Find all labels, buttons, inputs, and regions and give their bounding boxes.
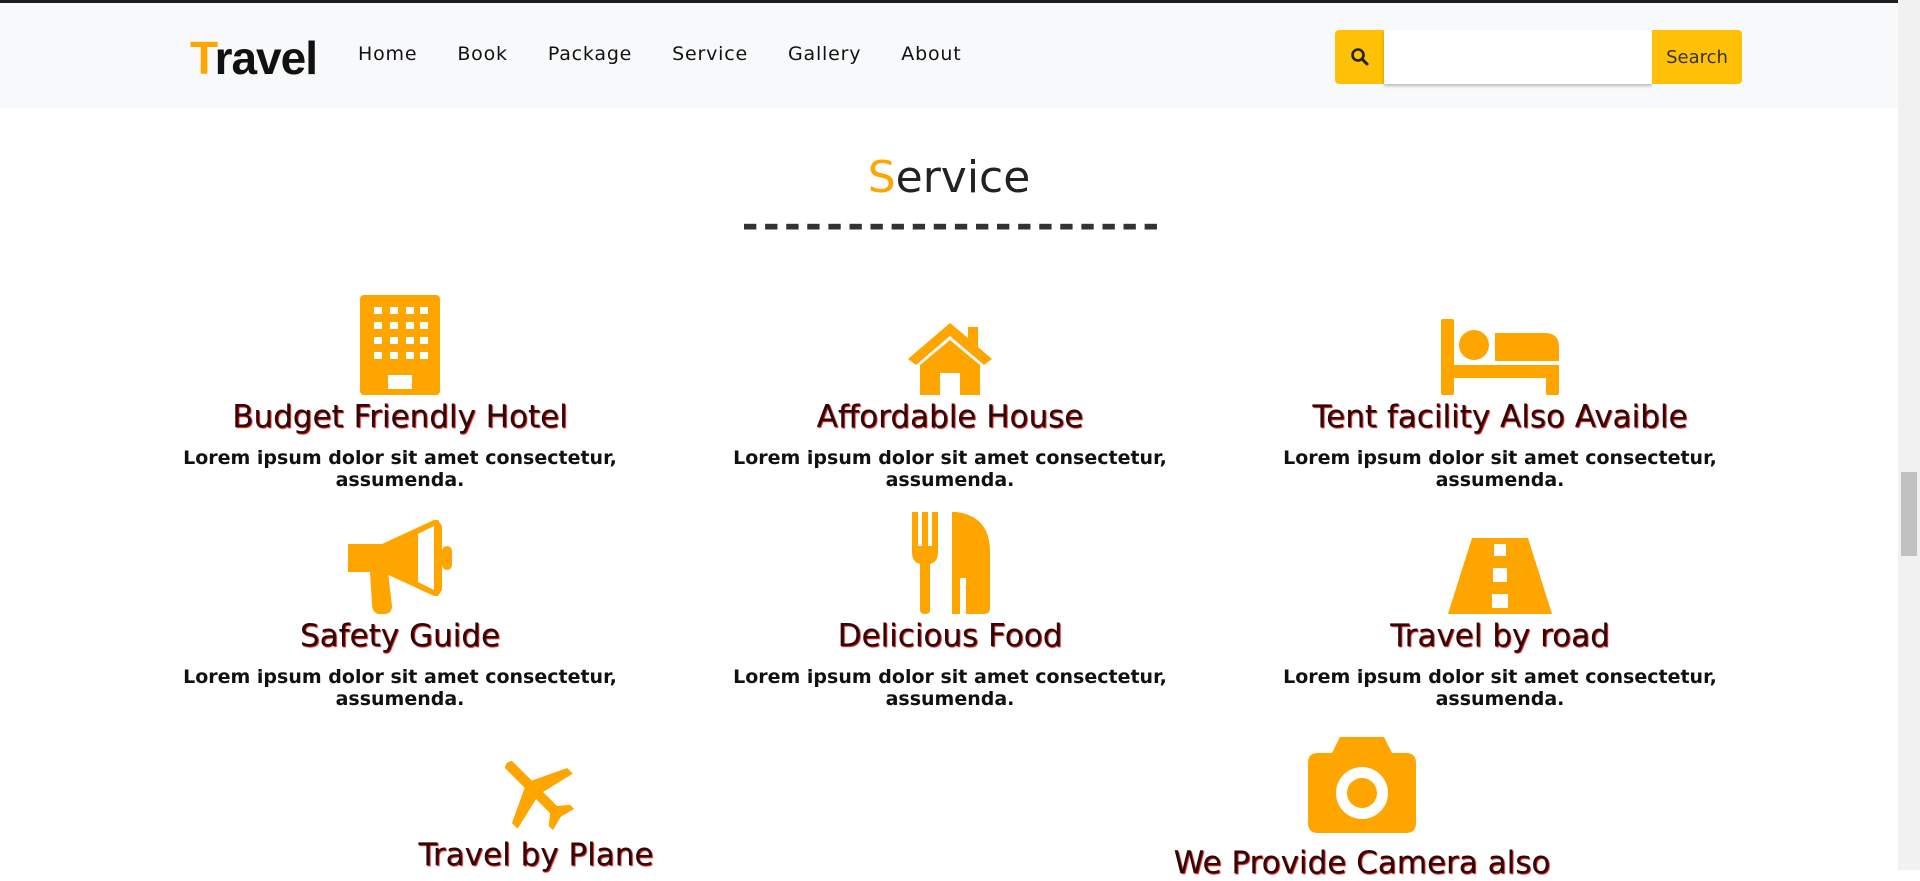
megaphone-icon	[130, 514, 670, 614]
road-icon	[1230, 514, 1770, 614]
brand-rest: ravel	[214, 32, 318, 84]
service-card: Delicious Food Lorem ipsum dolor sit ame…	[680, 512, 1220, 710]
search-icon[interactable]	[1335, 30, 1384, 84]
search-form: Search	[1335, 30, 1742, 84]
service-title: Delicious Food	[837, 618, 1063, 654]
service-text: Lorem ipsum dolor sit amet consectetur, …	[183, 666, 617, 710]
brand-logo[interactable]: Travel	[190, 31, 318, 85]
utensils-icon	[680, 512, 1220, 614]
service-text: Lorem ipsum dolor sit amet consectetur, …	[733, 666, 1167, 710]
service-text: Lorem ipsum dolor sit amet consectetur, …	[1283, 447, 1717, 491]
bed-icon	[1230, 295, 1770, 395]
search-button[interactable]: Search	[1652, 30, 1742, 84]
nav-link-book[interactable]: Book	[457, 43, 508, 65]
scrollbar[interactable]	[1898, 0, 1920, 870]
nav-links: Home Book Package Service Gallery About	[358, 43, 1001, 65]
service-card: Tent facility Also Avaible Lorem ipsum d…	[1230, 295, 1770, 491]
service-title: Budget Friendly Hotel	[232, 399, 568, 435]
nav-link-gallery[interactable]: Gallery	[788, 43, 861, 65]
nav-link-package[interactable]: Package	[548, 43, 632, 65]
section-divider: --------------------	[738, 202, 1163, 248]
nav-link-home[interactable]: Home	[358, 43, 417, 65]
navbar: Travel Home Book Package Service Gallery…	[0, 3, 1898, 108]
section-title: Service	[0, 152, 1898, 203]
service-card: Travel by road Lorem ipsum dolor sit ame…	[1230, 514, 1770, 710]
service-title: Safety Guide	[299, 618, 501, 654]
service-card: Safety Guide Lorem ipsum dolor sit amet …	[130, 514, 670, 710]
service-title: We Provide Camera also	[1173, 845, 1551, 881]
hotel-icon	[130, 295, 670, 395]
camera-icon	[1092, 733, 1632, 833]
nav-link-service[interactable]: Service	[672, 43, 748, 65]
scrollbar-thumb[interactable]	[1901, 472, 1917, 556]
section-title-rest: ervice	[895, 152, 1031, 203]
service-text: Lorem ipsum dolor sit amet consectetur, …	[733, 447, 1167, 491]
service-title: Tent facility Also Avaible	[1312, 399, 1688, 435]
house-icon	[680, 295, 1220, 395]
service-card: We Provide Camera also	[1092, 733, 1632, 881]
nav-link-about[interactable]: About	[901, 43, 961, 65]
service-text: Lorem ipsum dolor sit amet consectetur, …	[1283, 666, 1717, 710]
search-input[interactable]	[1384, 30, 1652, 84]
service-text: Lorem ipsum dolor sit amet consectetur, …	[183, 447, 617, 491]
brand-first-letter: T	[190, 32, 216, 84]
plane-icon	[266, 733, 806, 833]
section-title-first-letter: S	[867, 152, 896, 203]
service-card: Affordable House Lorem ipsum dolor sit a…	[680, 295, 1220, 491]
service-card: Travel by Plane	[266, 733, 806, 873]
service-title: Affordable House	[816, 399, 1084, 435]
service-card: Budget Friendly Hotel Lorem ipsum dolor …	[130, 295, 670, 491]
service-title: Travel by Plane	[418, 837, 654, 873]
service-title: Travel by road	[1390, 618, 1610, 654]
